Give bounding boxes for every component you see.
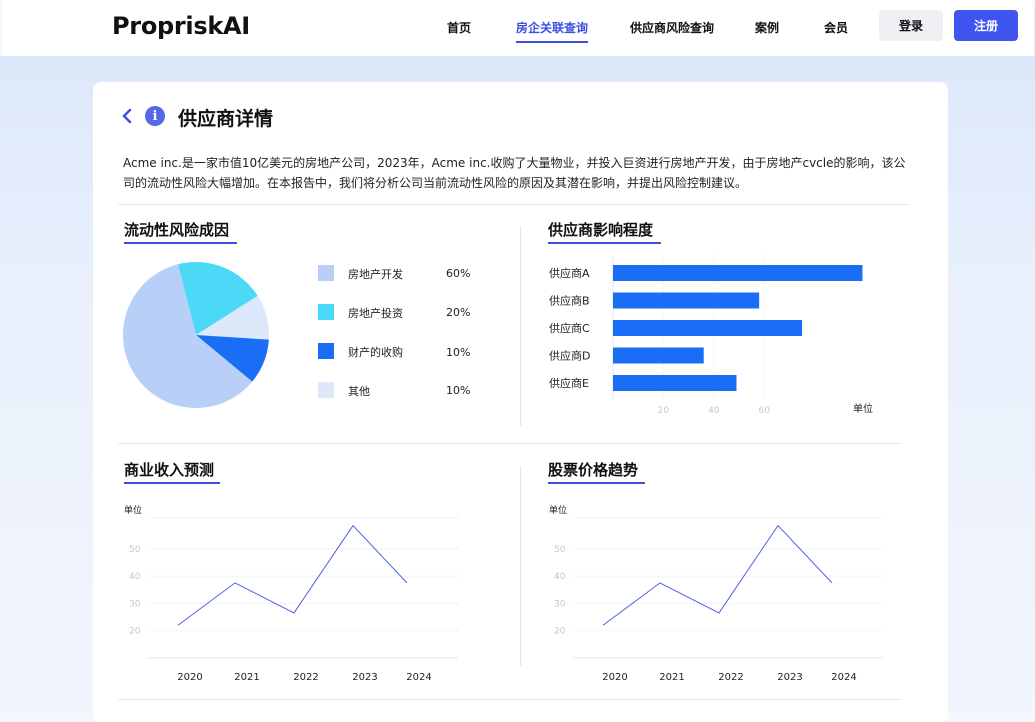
section-divider [118,443,902,444]
pie-section-title: 流动性风险成因 [124,221,230,239]
section-divider [118,204,908,205]
line-x-tick: 2022 [718,672,743,683]
line-y-tick: 30 [129,599,141,609]
bar-category-label: 供应商A [549,266,590,280]
bar-3 [613,347,704,364]
stock-price-line-chart: 单位 20 30 40 50 2020 2021 2022 2023 2024 [549,504,883,683]
line-x-tick: 2022 [293,672,318,683]
column-divider [520,466,521,666]
section-title-underline [124,482,220,484]
line-x-tick: 2021 [659,672,684,683]
revenue-section-title: 商业收入预测 [124,461,215,479]
stock-section-title: 股票价格趋势 [548,461,639,479]
legend-label: 财产的收购 [348,346,403,359]
section-title-underline [124,242,237,244]
line-y-tick: 50 [554,545,566,555]
login-button[interactable]: 登录 [879,10,943,41]
nav-membership[interactable]: 会员 [824,19,848,36]
nav-developer-relation-query[interactable]: 房企关联查询 [516,19,589,43]
section-title-underline [548,482,645,484]
revenue-forecast-line-chart: 单位 20 30 40 50 2020 2021 2022 2023 2024 [124,504,458,683]
legend-value: 20% [446,306,471,319]
legend-value: 60% [446,267,471,280]
bar-unit-label: 单位 [853,402,873,415]
bar-x-tick: 40 [708,406,720,416]
legend-swatch-acquisition [318,343,334,359]
bar-x-tick: 60 [758,406,770,416]
page-title: 供应商详情 [178,108,274,130]
legend-swatch-development [318,265,334,281]
line-x-tick: 2021 [234,672,259,683]
line-unit-label: 单位 [124,504,142,516]
line-y-tick: 30 [554,599,566,609]
line-x-tick: 2020 [177,672,202,683]
section-title-underline [548,242,661,244]
bar-category-label: 供应商D [549,349,590,363]
nav-supplier-risk-query[interactable]: 供应商风险查询 [630,19,714,36]
info-icon: i [145,106,165,126]
line-x-tick: 2024 [831,672,856,683]
section-divider [118,699,902,700]
brand-logo[interactable]: PropriskAI [112,12,250,40]
line-series [602,524,833,626]
bar-1 [613,292,760,309]
line-unit-label: 单位 [549,504,567,516]
legend-label: 其他 [348,385,370,398]
nav-developer-relation-query-label: 房企关联查询 [516,21,589,35]
back-arrow-icon[interactable] [120,106,134,126]
bar-category-label: 供应商C [549,321,590,335]
active-nav-underline [516,41,589,43]
liquidity-risk-pie-chart [123,262,269,408]
legend-label: 房地产投资 [348,307,403,320]
line-y-tick: 20 [129,627,141,637]
bar-category-label: 供应商B [549,294,590,308]
line-x-tick: 2023 [777,672,802,683]
bar-4 [613,375,737,391]
nav-cases[interactable]: 案例 [755,19,779,36]
supplier-impact-bar-chart: 20 40 60 供应商A 供应商B 供应商C 供应商D 供应商E 单位 [549,255,873,416]
legend-value: 10% [446,384,471,397]
line-x-tick: 2024 [406,672,431,683]
top-navigation-bar: PropriskAI 首页 房企关联查询 供应商风险查询 案例 会员 登录 注册 [2,0,1033,56]
bar-x-tick: 20 [658,406,670,416]
line-y-tick: 40 [554,572,566,582]
column-divider [520,226,521,426]
bar-category-label: 供应商E [549,376,589,390]
bar-2 [613,320,802,336]
legend-label: 房地产开发 [348,268,403,281]
line-series [177,524,408,626]
legend-swatch-investment [318,304,334,320]
line-y-tick: 50 [129,545,141,555]
legend-value: 10% [446,346,471,359]
nav-home[interactable]: 首页 [447,19,471,36]
line-x-tick: 2023 [352,672,377,683]
legend-swatch-other [318,382,334,398]
bar-section-title: 供应商影响程度 [548,221,654,239]
company-description: Acme inc.是一家市值10亿美元的房地产公司，2023年，Acme inc… [123,156,906,190]
bar-0 [613,265,863,281]
register-button[interactable]: 注册 [954,10,1018,41]
line-y-tick: 20 [554,627,566,637]
line-x-tick: 2020 [602,672,627,683]
line-y-tick: 40 [129,572,141,582]
